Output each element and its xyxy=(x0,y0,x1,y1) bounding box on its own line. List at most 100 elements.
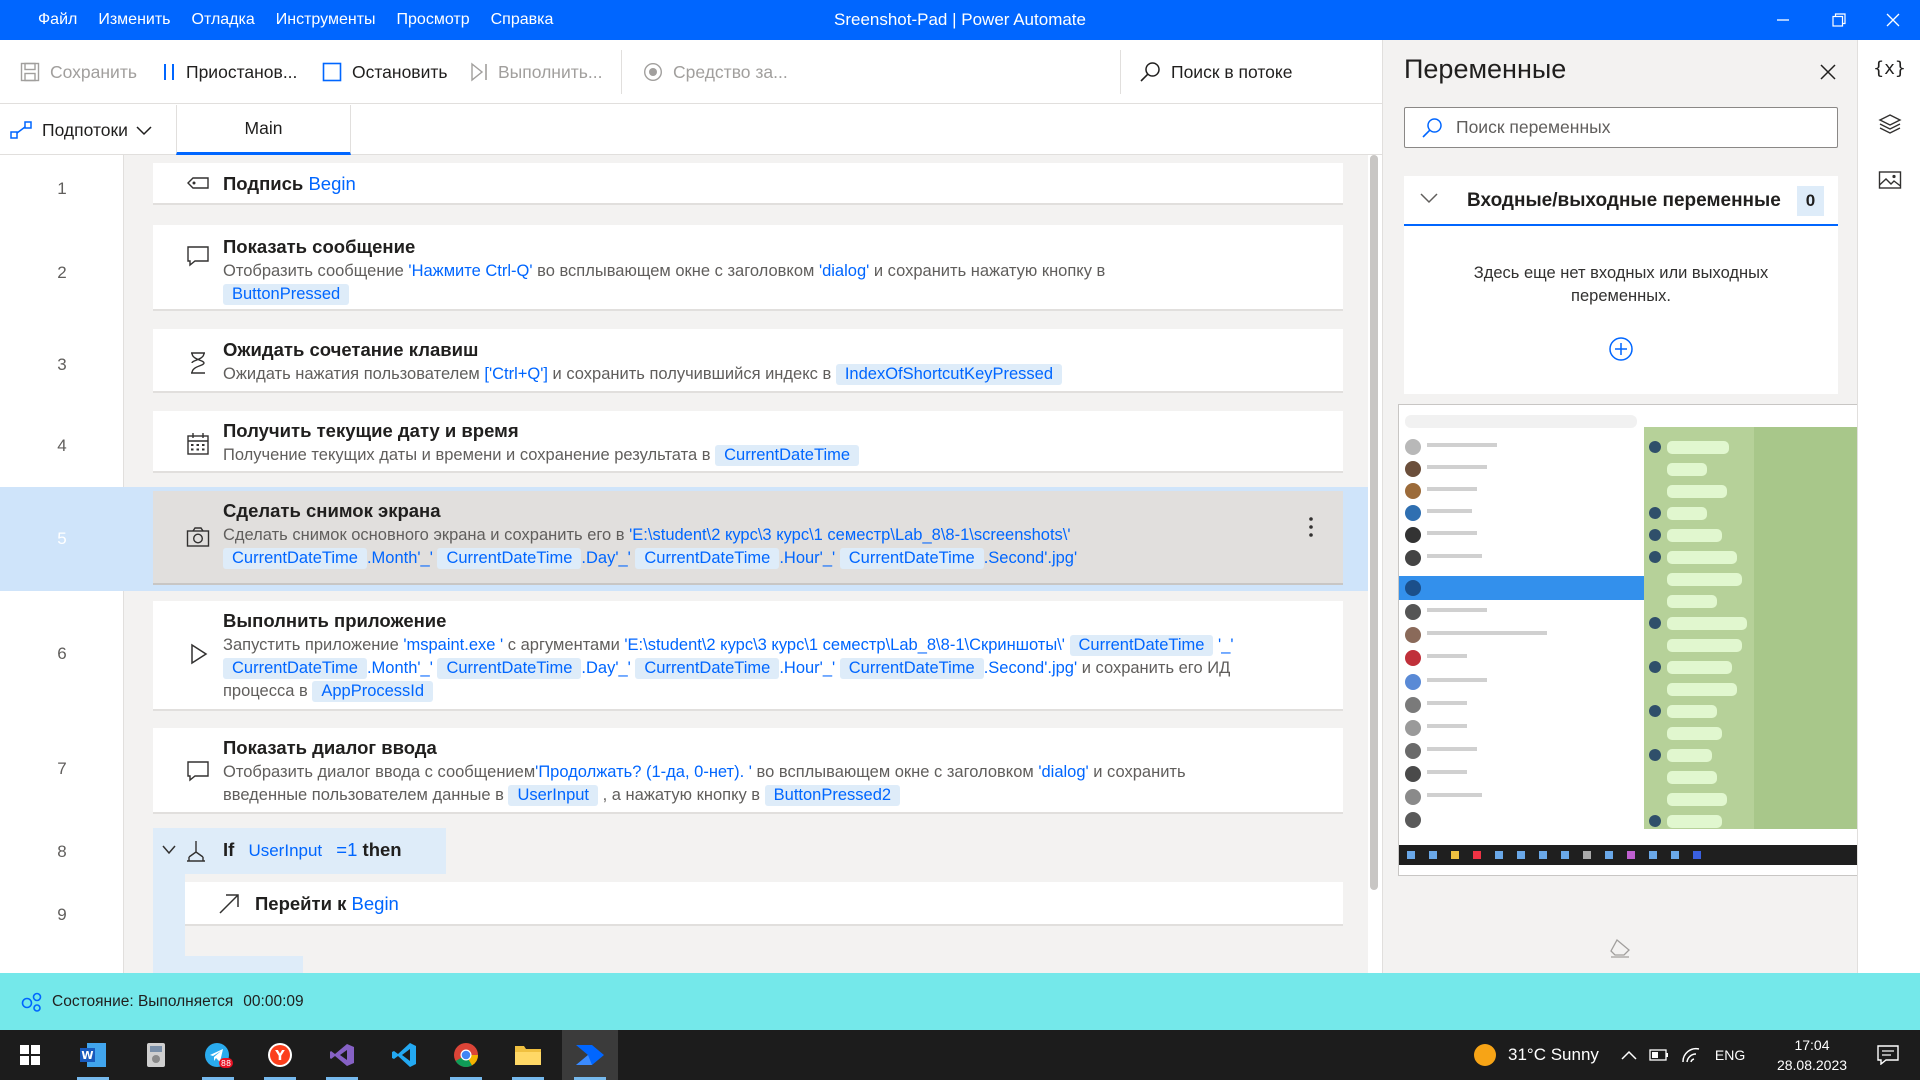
variable-chip[interactable]: CurrentDateTime xyxy=(437,658,582,679)
variable-chip[interactable]: IndexOfShortcutKeyPressed xyxy=(835,364,1063,385)
ui-elements-tab-button[interactable] xyxy=(1858,96,1920,152)
scrollbar-thumb[interactable] xyxy=(1370,155,1378,890)
images-tab-button[interactable] xyxy=(1858,152,1920,208)
string-literal: .Day'_' xyxy=(581,549,631,567)
start-button[interactable] xyxy=(2,1030,58,1080)
desc-text: и сохранить его ИД xyxy=(1077,659,1231,677)
variable-chip[interactable]: CurrentDateTime xyxy=(437,548,582,569)
variable-chip[interactable]: CurrentDateTime xyxy=(635,548,780,569)
variable-chip[interactable]: CurrentDateTime xyxy=(839,548,984,569)
branch-icon xyxy=(187,841,205,862)
telegram-icon: 88 xyxy=(205,1043,233,1068)
more-options-button[interactable] xyxy=(1301,513,1321,541)
close-variables-button[interactable] xyxy=(1813,57,1843,87)
action-label-begin[interactable]: Подпись Begin xyxy=(153,163,1343,205)
taskbar-vscode[interactable] xyxy=(376,1030,432,1080)
stop-button[interactable]: Остановить xyxy=(322,40,448,104)
variable-chip[interactable]: UserInput xyxy=(508,785,599,806)
taskbar-device-manager[interactable] xyxy=(128,1030,184,1080)
action-goto[interactable]: Перейти к Begin xyxy=(185,882,1343,926)
variable-chip[interactable]: CurrentDateTime xyxy=(839,658,984,679)
status-bar: Состояние: Выполняется 00:00:09 xyxy=(0,973,1920,1030)
minimize-button[interactable] xyxy=(1760,0,1806,40)
wifi-icon[interactable] xyxy=(1681,1047,1701,1063)
windows-logo-icon xyxy=(20,1045,40,1065)
io-variables-count: 0 xyxy=(1797,186,1824,216)
io-variables-header[interactable]: Входные/выходные переменные 0 xyxy=(1404,176,1838,226)
search-flow-button[interactable]: Поиск в потоке xyxy=(1139,40,1292,104)
hourglass-icon xyxy=(185,350,211,376)
step-icon xyxy=(471,62,487,82)
pause-label: Приостанов... xyxy=(186,61,298,82)
close-window-button[interactable] xyxy=(1870,0,1916,40)
variable-chip[interactable]: CurrentDateTime xyxy=(635,658,780,679)
menu-view[interactable]: Просмотр xyxy=(397,11,470,29)
action-description: Получение текущих даты и времени и сохра… xyxy=(223,444,1328,467)
action-wait-shortcut[interactable]: Ожидать сочетание клавиш Ожидать нажатия… xyxy=(153,329,1343,393)
menu-file[interactable]: Файл xyxy=(38,11,77,29)
taskbar-file-explorer[interactable] xyxy=(500,1030,556,1080)
variable-chip[interactable]: CurrentDateTime xyxy=(223,548,367,569)
recorder-button[interactable]: Средство за... xyxy=(643,40,788,104)
notifications-button[interactable] xyxy=(1860,1030,1916,1080)
flow-canvas: 1 2 3 4 5 6 7 8 9 Подпись Begin Показать… xyxy=(0,155,1382,973)
action-take-screenshot[interactable]: Сделать снимок экрана Сделать снимок осн… xyxy=(153,491,1343,585)
line-number: 1 xyxy=(57,179,67,198)
string-literal: 'Продолжать? (1-да, 0-нет). ' xyxy=(535,763,752,781)
string-literal: 'dialog' xyxy=(1038,763,1089,781)
label-name: Begin xyxy=(308,173,356,194)
taskbar-yandex[interactable]: Y xyxy=(252,1030,308,1080)
system-tray: 31°C Sunny ENG xyxy=(1472,1030,1745,1080)
action-if[interactable]: If UserInput =1 then xyxy=(153,828,446,874)
weather-sun-icon[interactable] xyxy=(1472,1042,1498,1068)
chrome-icon xyxy=(454,1043,478,1068)
add-variable-icon[interactable] xyxy=(1608,336,1634,362)
save-button[interactable]: Сохранить xyxy=(20,40,137,104)
folder-icon xyxy=(515,1046,541,1065)
line-number: 8 xyxy=(57,842,67,861)
condition-operand: =1 xyxy=(336,839,358,860)
battery-icon[interactable] xyxy=(1649,1048,1669,1062)
chevron-up-icon[interactable] xyxy=(1621,1049,1637,1061)
taskbar-chrome[interactable] xyxy=(438,1030,494,1080)
run-next-label: Выполнить... xyxy=(498,61,603,82)
variable-chip[interactable]: ButtonPressed2 xyxy=(764,785,901,806)
menu-debug[interactable]: Отладка xyxy=(192,11,255,29)
action-input-dialog[interactable]: Показать диалог ввода Отобразить диалог … xyxy=(153,728,1343,814)
variable-chip[interactable]: AppProcessId xyxy=(312,681,434,702)
action-get-datetime[interactable]: Получить текущие дату и время Получение … xyxy=(153,411,1343,473)
string-literal: 'mspaint.exe ' xyxy=(403,636,504,654)
menu-tools[interactable]: Инструменты xyxy=(276,11,376,29)
pause-button[interactable]: Приостанов... xyxy=(162,40,297,104)
action-show-message[interactable]: Показать сообщение Отобразить сообщение … xyxy=(153,225,1343,311)
record-icon xyxy=(643,62,663,82)
variable-chip[interactable]: CurrentDateTime xyxy=(715,445,860,466)
taskbar-visual-studio[interactable] xyxy=(314,1030,370,1080)
taskbar-power-automate[interactable] xyxy=(562,1030,618,1080)
action-title-text: Подпись xyxy=(223,173,304,194)
desc-text: и сохранить xyxy=(1088,763,1186,781)
language-indicator[interactable]: ENG xyxy=(1715,1047,1745,1063)
collapse-chevron-icon[interactable] xyxy=(161,844,177,856)
menu-edit[interactable]: Изменить xyxy=(98,11,170,29)
action-run-application[interactable]: Выполнить приложение Запустить приложени… xyxy=(153,601,1343,711)
variable-chip[interactable]: CurrentDateTime xyxy=(223,658,367,679)
taskbar-word[interactable]: W xyxy=(65,1030,121,1080)
subflow-icon xyxy=(10,121,32,139)
tab-main[interactable]: Main xyxy=(176,105,351,155)
pause-icon xyxy=(164,64,174,80)
eraser-icon[interactable] xyxy=(1609,938,1631,958)
variables-tab-button[interactable]: {x} xyxy=(1858,40,1920,96)
run-next-button[interactable]: Выполнить... xyxy=(470,40,602,104)
variable-chip[interactable]: ButtonPressed xyxy=(223,284,350,305)
subflows-dropdown[interactable]: Подпотоки xyxy=(10,105,162,155)
telegram-screenshot-thumbnail xyxy=(1399,405,1919,865)
taskbar-clock[interactable]: 17:04 28.08.2023 xyxy=(1772,1035,1852,1075)
restore-button[interactable] xyxy=(1816,0,1862,40)
variable-chip[interactable]: CurrentDateTime xyxy=(1069,635,1214,656)
variable-chip[interactable]: UserInput xyxy=(239,840,332,861)
taskbar-telegram[interactable]: 88 xyxy=(190,1030,246,1080)
variables-search-input[interactable]: Поиск переменных xyxy=(1404,107,1838,148)
menu-help[interactable]: Справка xyxy=(491,11,554,29)
weather-text[interactable]: 31°C Sunny xyxy=(1508,1045,1599,1065)
